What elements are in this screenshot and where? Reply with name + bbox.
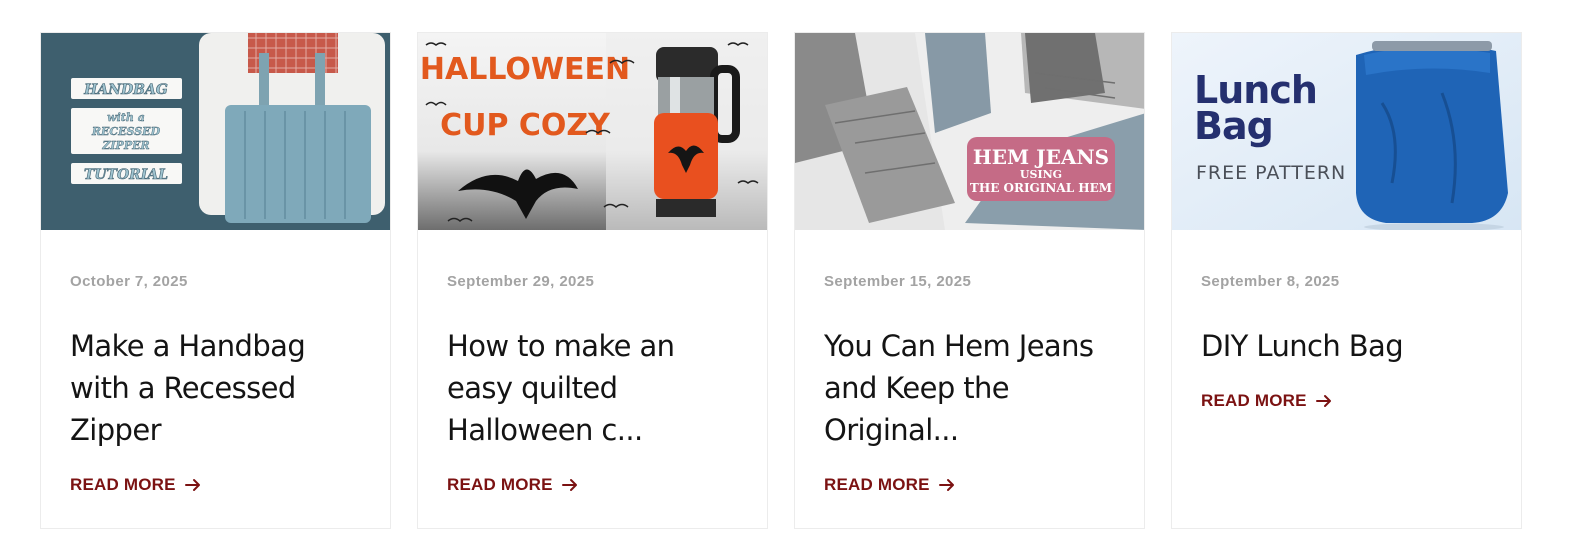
post-title[interactable]: Make a Handbag with a Recessed Zipper	[70, 325, 361, 451]
post-date: September 15, 2025	[824, 273, 972, 290]
svg-text:Bag: Bag	[1194, 104, 1273, 148]
svg-text:HEM JEANS: HEM JEANS	[973, 145, 1109, 169]
svg-text:TUTORIAL: TUTORIAL	[84, 167, 168, 183]
post-card[interactable]: HANDBAG with a RECESSED ZIPPER TUTORIAL …	[40, 32, 391, 529]
read-more-link[interactable]: READ MORE	[824, 475, 956, 495]
post-date: September 29, 2025	[447, 273, 595, 290]
post-title[interactable]: How to make an easy quilted Halloween c.…	[447, 325, 738, 451]
post-thumbnail-lunch-bag[interactable]: Lunch Bag FREE PATTERN	[1172, 33, 1521, 230]
post-date: October 7, 2025	[70, 273, 188, 290]
lunch-bag-image: Lunch Bag FREE PATTERN	[1172, 33, 1521, 230]
post-grid: HANDBAG with a RECESSED ZIPPER TUTORIAL …	[40, 32, 1522, 529]
read-more-label: READ MORE	[824, 475, 930, 494]
post-card[interactable]: HALLOWEEN CUP COZY September 29, 2025 Ho…	[417, 32, 768, 529]
post-card[interactable]: Lunch Bag FREE PATTERN September 8, 2025…	[1171, 32, 1522, 529]
post-thumbnail-handbag[interactable]: HANDBAG with a RECESSED ZIPPER TUTORIAL	[41, 33, 390, 230]
read-more-label: READ MORE	[1201, 391, 1307, 410]
read-more-link[interactable]: READ MORE	[70, 475, 202, 495]
post-card[interactable]: HEM JEANS USING THE ORIGINAL HEM Septemb…	[794, 32, 1145, 529]
read-more-label: READ MORE	[447, 475, 553, 494]
read-more-link[interactable]: READ MORE	[447, 475, 579, 495]
svg-text:HANDBAG: HANDBAG	[83, 82, 168, 98]
post-thumbnail-halloween[interactable]: HALLOWEEN CUP COZY	[418, 33, 767, 230]
read-more-label: READ MORE	[70, 475, 176, 494]
post-title[interactable]: You Can Hem Jeans and Keep the Original.…	[824, 325, 1115, 451]
arrow-right-icon	[1315, 394, 1333, 408]
hem-jeans-image: HEM JEANS USING THE ORIGINAL HEM	[795, 33, 1144, 230]
arrow-right-icon	[184, 478, 202, 492]
post-thumbnail-hem-jeans[interactable]: HEM JEANS USING THE ORIGINAL HEM	[795, 33, 1144, 230]
svg-text:ZIPPER: ZIPPER	[101, 139, 149, 152]
svg-text:with a: with a	[107, 111, 145, 124]
svg-text:CUP COZY: CUP COZY	[440, 108, 611, 143]
read-more-link[interactable]: READ MORE	[1201, 391, 1333, 411]
svg-text:FREE PATTERN: FREE PATTERN	[1196, 162, 1346, 184]
arrow-right-icon	[938, 478, 956, 492]
halloween-image: HALLOWEEN CUP COZY	[418, 33, 767, 230]
post-date: September 8, 2025	[1201, 273, 1340, 290]
arrow-right-icon	[561, 478, 579, 492]
post-title[interactable]: DIY Lunch Bag	[1201, 325, 1492, 367]
svg-text:USING: USING	[1020, 168, 1062, 181]
svg-text:THE ORIGINAL HEM: THE ORIGINAL HEM	[970, 181, 1112, 195]
svg-text:HALLOWEEN: HALLOWEEN	[420, 52, 630, 87]
svg-text:RECESSED: RECESSED	[91, 125, 161, 138]
handbag-image: HANDBAG with a RECESSED ZIPPER TUTORIAL	[41, 33, 390, 230]
